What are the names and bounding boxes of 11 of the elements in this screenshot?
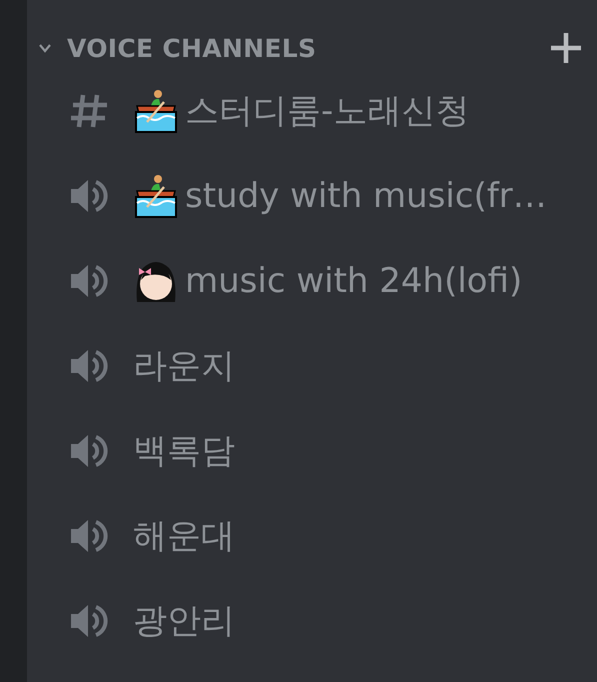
channel-name[interactable]: 백록담 [133,428,235,474]
channel-name[interactable]: 해운대 [133,512,235,558]
channel-name[interactable]: 라운지 [133,342,235,388]
channel-name[interactable]: 광안리 [133,598,235,644]
rowboat-icon [133,88,179,134]
channel-name[interactable]: study with music(fr… [185,176,547,216]
rowboat-icon [133,172,179,218]
channel-name[interactable]: 스터디룸-노래신청 [185,88,470,134]
add-channel-icon[interactable] [549,31,583,65]
category-title[interactable]: VOICE CHANNELS [67,34,549,62]
channel-name[interactable]: music with 24h(lofi) [185,260,522,300]
